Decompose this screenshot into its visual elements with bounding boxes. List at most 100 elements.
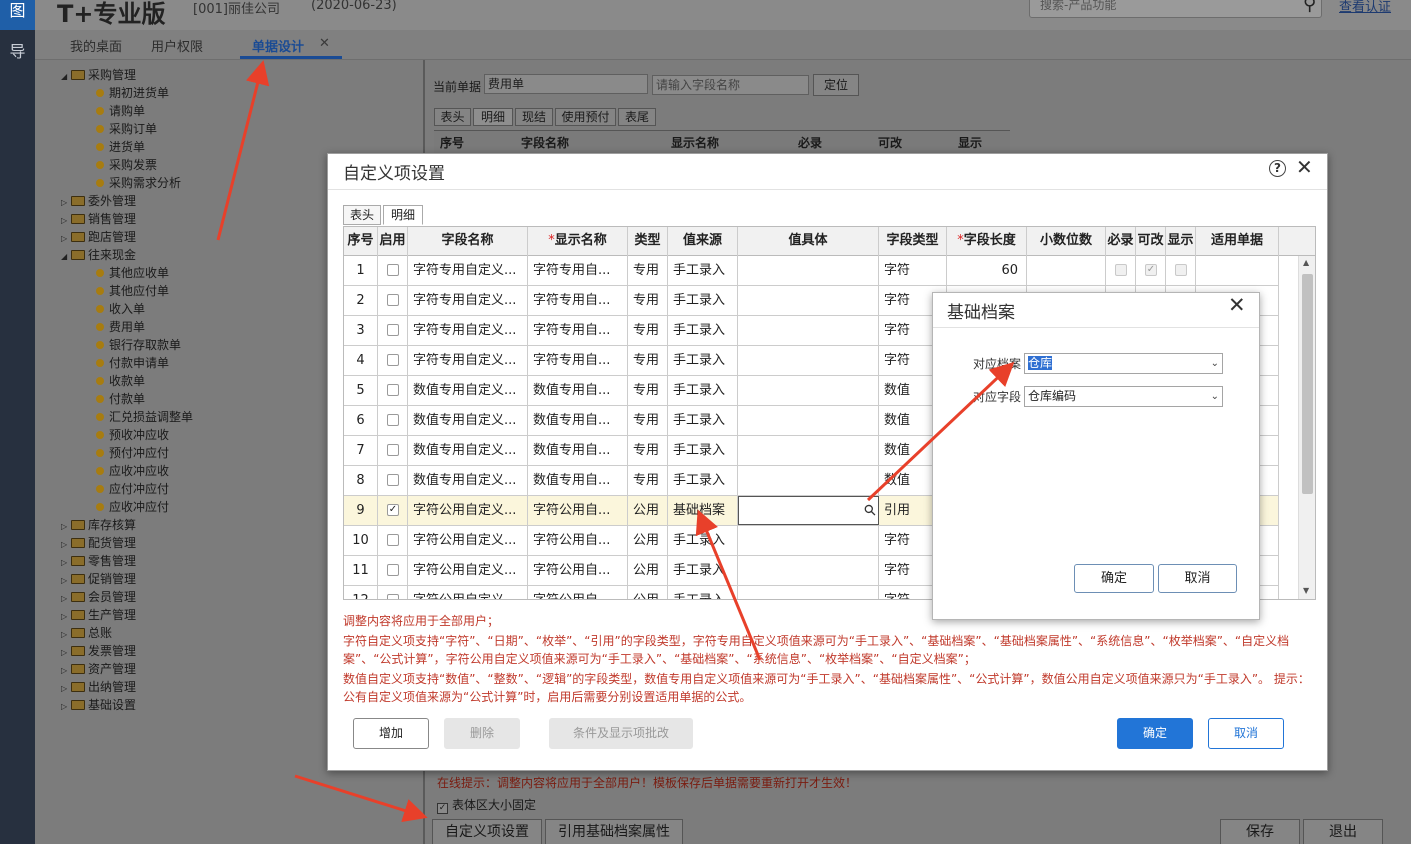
batch-edit-button[interactable]: 条件及显示项批改 xyxy=(549,718,693,749)
enable-checkbox[interactable] xyxy=(387,354,399,366)
grid-cell[interactable]: 数值专用自定义... xyxy=(408,406,528,435)
collapsed-icon[interactable]: ▷ xyxy=(61,610,71,624)
grid-cell[interactable]: 基础档案 xyxy=(668,496,738,525)
tree-leaf[interactable]: 收入单 xyxy=(96,302,145,316)
enable-checkbox[interactable] xyxy=(387,294,399,306)
tree-leaf[interactable]: 采购订单 xyxy=(96,122,157,136)
grid-cell[interactable]: 手工录入 xyxy=(668,286,738,315)
grid-cell[interactable]: 字符专用自定义... xyxy=(408,286,528,315)
grid-cell[interactable]: 2 xyxy=(344,286,378,315)
grid-cell[interactable]: 字符公用自定义... xyxy=(408,586,528,599)
tree-leaf[interactable]: 收款单 xyxy=(96,374,145,388)
locate-button[interactable]: 定位 xyxy=(813,74,859,96)
collapsed-icon[interactable]: ▷ xyxy=(61,628,71,642)
grid-col-header[interactable]: 可改 xyxy=(1136,227,1166,256)
option-checkbox[interactable]: ✓ xyxy=(1145,264,1157,276)
grid-cell[interactable]: 手工录入 xyxy=(668,556,738,585)
grid-col-header[interactable]: 字段名称 xyxy=(408,227,528,256)
grid-cell[interactable]: 字符专用自... xyxy=(528,286,628,315)
tree-group[interactable]: ▷ 配货管理 xyxy=(61,536,136,552)
grid-cell[interactable]: 11 xyxy=(344,556,378,585)
tree-group[interactable]: ◢ 采购管理 xyxy=(61,68,136,84)
grid-cell[interactable] xyxy=(378,316,408,345)
collapsed-icon[interactable]: ▷ xyxy=(61,520,71,534)
grid-cell[interactable]: 专用 xyxy=(628,316,668,345)
subdialog-ok-button[interactable]: 确定 xyxy=(1074,564,1154,593)
tree-group[interactable]: ▷ 生产管理 xyxy=(61,608,136,624)
grid-cell[interactable]: 字符 xyxy=(879,256,947,285)
grid-cell[interactable]: 6 xyxy=(344,406,378,435)
tree-leaf[interactable]: 期初进货单 xyxy=(96,86,169,100)
grid-cell[interactable] xyxy=(738,286,879,315)
table-row[interactable]: 1 字符专用自定义... 字符专用自... 专用 手工录入 字符 60 ✓ xyxy=(344,256,1279,286)
grid-cell[interactable]: 字符公用自定义... xyxy=(408,526,528,555)
grid-cell[interactable]: 专用 xyxy=(628,256,668,285)
grid-cell[interactable]: 手工录入 xyxy=(668,436,738,465)
close-icon[interactable]: ✕ xyxy=(1296,155,1313,179)
grid-cell[interactable]: 字符公用自定义... xyxy=(408,556,528,585)
grid-cell[interactable]: 字符专用自... xyxy=(528,346,628,375)
chevron-down-icon[interactable]: ⌄ xyxy=(1211,354,1219,373)
grid-cell[interactable] xyxy=(738,526,879,555)
grid-cell[interactable]: 9 xyxy=(344,496,378,525)
enable-checkbox[interactable] xyxy=(387,534,399,546)
grid-cell[interactable] xyxy=(738,466,879,495)
grid-cell[interactable]: 数值专用自... xyxy=(528,406,628,435)
collapsed-icon[interactable]: ▷ xyxy=(61,574,71,588)
grid-cell[interactable]: 字符公用自... xyxy=(528,526,628,555)
delete-button[interactable]: 删除 xyxy=(444,718,520,749)
grid-cell[interactable]: 字符专用自定义... xyxy=(408,346,528,375)
dialog-tab-header[interactable]: 表头 xyxy=(343,205,381,225)
subdialog-cancel-button[interactable]: 取消 xyxy=(1158,564,1237,593)
grid-cell[interactable]: 3 xyxy=(344,316,378,345)
grid-cell[interactable]: ⚲ xyxy=(738,496,879,525)
tree-group[interactable]: ▷ 总账 xyxy=(61,626,112,642)
grid-cell[interactable]: 10 xyxy=(344,526,378,555)
help-icon[interactable]: ? xyxy=(1269,160,1286,177)
grid-cell[interactable]: 专用 xyxy=(628,436,668,465)
grid-cell[interactable] xyxy=(738,376,879,405)
tree-group[interactable]: ▷ 出纳管理 xyxy=(61,680,136,696)
grid-cell[interactable]: 60 xyxy=(947,256,1027,285)
grid-cell[interactable] xyxy=(378,556,408,585)
collapsed-icon[interactable]: ▷ xyxy=(61,664,71,678)
grid-cell[interactable]: 1 xyxy=(344,256,378,285)
close-tab-icon[interactable]: ✕ xyxy=(319,36,330,51)
tree-leaf[interactable]: 应收冲应付 xyxy=(96,500,169,514)
tree-leaf[interactable]: 应收冲应收 xyxy=(96,464,169,478)
enable-checkbox[interactable] xyxy=(387,444,399,456)
grid-col-header[interactable]: *显示名称 xyxy=(528,227,628,256)
grid-cell[interactable] xyxy=(738,406,879,435)
grid-cell[interactable] xyxy=(378,466,408,495)
tab-user-permission[interactable]: 用户权限 xyxy=(151,36,203,55)
search-icon[interactable]: ⚲ xyxy=(1303,0,1316,15)
archive-select[interactable]: 仓库 ⌄ xyxy=(1024,353,1223,374)
collapsed-icon[interactable]: ▷ xyxy=(61,538,71,552)
expanded-icon[interactable]: ◢ xyxy=(61,70,71,84)
collapsed-icon[interactable]: ▷ xyxy=(61,646,71,660)
tree-group[interactable]: ▷ 基础设置 xyxy=(61,698,136,714)
enable-checkbox[interactable] xyxy=(387,564,399,576)
dialog-tab-detail[interactable]: 明细 xyxy=(383,205,423,225)
tree-leaf[interactable]: 银行存取款单 xyxy=(96,338,181,352)
grid-scrollbar[interactable]: ▲ ▼ xyxy=(1298,256,1315,599)
grid-cell[interactable]: 数值专用自... xyxy=(528,466,628,495)
lookup-search-icon[interactable]: ⚲ xyxy=(856,497,878,524)
grid-cell[interactable] xyxy=(378,586,408,599)
grid-cell[interactable] xyxy=(378,406,408,435)
tree-leaf[interactable]: 请购单 xyxy=(96,104,145,118)
grid-cell[interactable]: 手工录入 xyxy=(668,376,738,405)
tree-group[interactable]: ▷ 资产管理 xyxy=(61,662,136,678)
scroll-thumb[interactable] xyxy=(1302,274,1313,494)
grid-cell[interactable] xyxy=(1106,256,1136,285)
grid-cell[interactable]: 字符专用自定义... xyxy=(408,256,528,285)
field-select[interactable]: 仓库编码 ⌄ xyxy=(1024,386,1223,407)
grid-cell[interactable]: ✓ xyxy=(378,496,408,525)
grid-cell[interactable]: 手工录入 xyxy=(668,346,738,375)
current-doc-field[interactable]: 费用单 xyxy=(484,74,648,94)
grid-col-header[interactable]: 小数位数 xyxy=(1027,227,1106,256)
grid-col-header[interactable]: 启用 xyxy=(378,227,408,256)
grid-cell[interactable]: 专用 xyxy=(628,466,668,495)
grid-cell[interactable]: 公用 xyxy=(628,496,668,525)
grid-cell[interactable]: 专用 xyxy=(628,346,668,375)
